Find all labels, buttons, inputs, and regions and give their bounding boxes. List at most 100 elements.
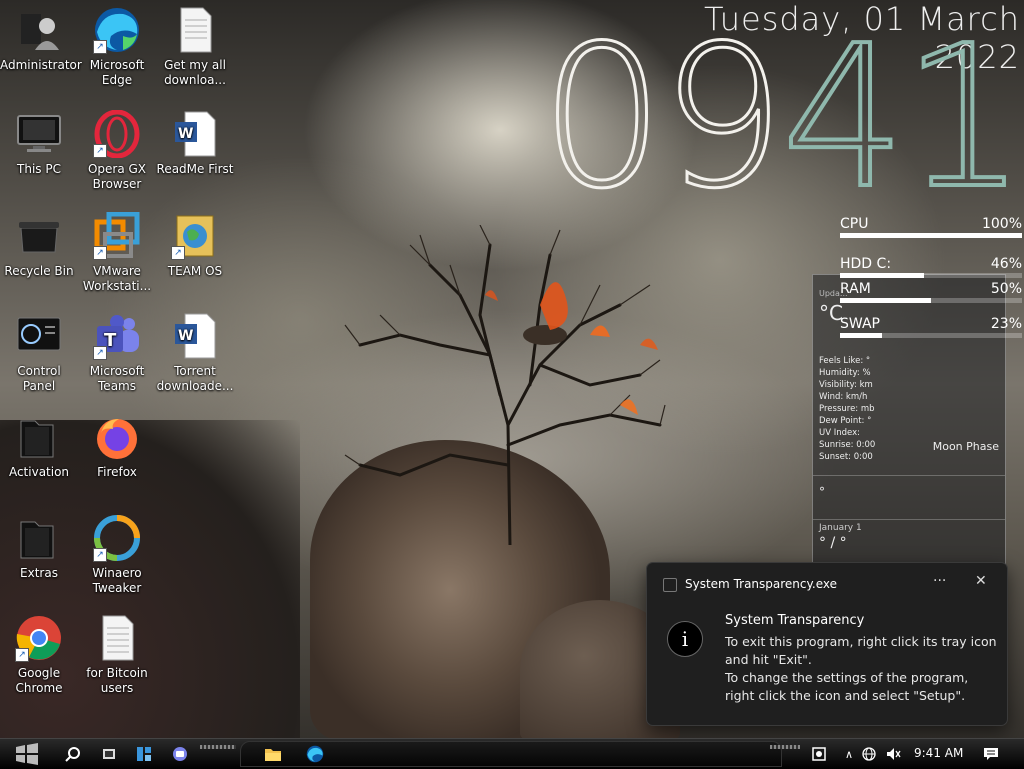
desktop-icon-extras[interactable]: Extras — [0, 514, 78, 581]
desktop-icon-vmware[interactable]: ↗ VMware Workstati... — [78, 211, 156, 294]
cpu-meter: CPU 100% — [840, 216, 1022, 238]
monitor-icon — [15, 110, 63, 158]
notification-icon[interactable] — [980, 743, 1002, 765]
desktop-icon-label: Extras — [20, 566, 58, 580]
desktop-icon-google-chrome[interactable]: ↗ Google Chrome — [0, 614, 78, 696]
control-panel-icon — [15, 312, 63, 360]
weather-divider — [813, 475, 1005, 476]
meter-label: SWAP — [840, 316, 880, 332]
svg-text:W: W — [178, 126, 193, 142]
meter-bar — [840, 273, 1022, 278]
text-file-icon — [171, 6, 219, 54]
volume-muted-icon[interactable] — [882, 743, 904, 765]
taskbar-ridge-right — [770, 745, 800, 749]
desktop-icon-control-panel[interactable]: Control Panel — [0, 312, 78, 394]
notification-toast[interactable]: System Transparency.exe ··· ✕ i System T… — [646, 562, 1008, 726]
meter-value: 46% — [990, 256, 1022, 272]
desktop-icon-label: Google Chrome — [15, 666, 63, 695]
meter-fill — [840, 233, 1022, 238]
desktop-icon-label: Administrator — [0, 58, 82, 72]
wallpaper-tree — [344, 225, 666, 545]
shortcut-arrow-icon: ↗ — [93, 548, 107, 562]
desktop-icon-label: Control Panel — [17, 364, 61, 393]
taskbar-clock[interactable]: 9:41 AM — [914, 746, 963, 760]
word-doc-icon: W — [171, 312, 219, 360]
globe-book-icon: ↗ — [171, 212, 219, 260]
clock-hours: 09 — [538, 4, 786, 232]
word-doc-icon: W — [171, 110, 219, 158]
opera-icon: ↗ — [93, 109, 141, 159]
desktop-icon-torrent-downloader[interactable]: W Torrent downloade... — [156, 312, 234, 394]
chat-icon[interactable] — [169, 743, 191, 765]
desktop-icon-this-pc[interactable]: This PC — [0, 110, 78, 177]
chevron-up-icon[interactable]: ∧ — [838, 743, 860, 765]
close-button[interactable]: ✕ — [975, 573, 987, 589]
taskbar: ∧ 9:41 AM — [0, 738, 1024, 769]
desktop-icon-team-os[interactable]: ↗ TEAM OS — [156, 212, 234, 279]
shortcut-arrow-icon: ↗ — [93, 144, 107, 158]
forecast-date: January 1 — [819, 523, 862, 533]
firefox-icon — [93, 413, 141, 461]
folder-icon — [15, 413, 63, 461]
desktop-icon-label: for Bitcoin users — [86, 666, 148, 695]
toast-line-2: To change the settings of the program, r… — [725, 670, 969, 703]
clock-display: 0941 — [538, 18, 1024, 218]
winaero-icon: ↗ — [93, 514, 141, 562]
meter-value: 23% — [990, 316, 1022, 332]
teams-icon: T ↗ — [93, 312, 141, 360]
meter-bar — [840, 333, 1022, 338]
widgets-icon[interactable] — [133, 743, 155, 765]
swap-meter: SWAP 23% — [840, 316, 1022, 338]
shortcut-arrow-icon: ↗ — [93, 346, 107, 360]
desktop-icon-administrator[interactable]: Administrator — [0, 6, 82, 73]
file-explorer-icon[interactable] — [262, 743, 284, 765]
desktop-icon-label: Firefox — [97, 465, 137, 479]
desktop-icon-microsoft-teams[interactable]: T ↗ Microsoft Teams — [78, 312, 156, 394]
desktop-icon-readme-first[interactable]: W ReadMe First — [156, 110, 234, 177]
weather-pressure: Pressure: mb — [819, 404, 875, 414]
system-transparency-tray-icon[interactable] — [808, 743, 830, 765]
text-file-icon — [93, 614, 141, 662]
desktop-icon-for-bitcoin-users[interactable]: for Bitcoin users — [78, 614, 156, 696]
forecast-hi-lo: ° / ° — [819, 535, 847, 551]
desktop-icon-label: Opera GX Browser — [87, 162, 147, 191]
desktop-icon-label: Winaero Tweaker — [92, 566, 142, 595]
clock-minutes: 41 — [779, 4, 1024, 232]
start-icon[interactable] — [12, 743, 42, 765]
desktop-icon-opera-gx[interactable]: ↗ Opera GX Browser — [78, 109, 156, 192]
toast-app-name: System Transparency.exe — [685, 577, 837, 591]
svg-text:W: W — [178, 328, 193, 344]
weather-dew-point: Dew Point: ° — [819, 416, 872, 426]
vmware-icon: ↗ — [93, 211, 141, 260]
desktop-icon-firefox[interactable]: Firefox — [78, 413, 156, 480]
weather-divider — [813, 519, 1005, 520]
desktop-icon-label: Torrent downloade... — [156, 364, 234, 393]
info-icon: i — [667, 621, 703, 657]
toast-line-1: To exit this program, right click its tr… — [725, 634, 997, 667]
more-options-button[interactable]: ··· — [933, 573, 946, 589]
chrome-icon: ↗ — [15, 614, 63, 662]
meter-fill — [840, 333, 882, 338]
weather-degree: ° — [819, 485, 825, 499]
edge-taskbar-icon[interactable] — [304, 743, 326, 765]
search-icon[interactable] — [62, 743, 84, 765]
desktop-icon-label: TEAM OS — [167, 264, 223, 278]
meter-label: CPU — [840, 216, 869, 232]
weather-humidity: Humidity: % — [819, 368, 871, 378]
ram-meter: RAM 50% — [840, 281, 1022, 303]
desktop-icon-label: This PC — [17, 162, 61, 176]
meter-value: 100% — [981, 216, 1022, 232]
edge-icon: ↗ — [93, 6, 141, 54]
meter-fill — [840, 298, 931, 303]
shortcut-arrow-icon: ↗ — [15, 648, 29, 662]
desktop-icon-activation[interactable]: Activation — [0, 413, 78, 480]
meter-label: RAM — [840, 281, 871, 297]
desktop-icon-winaero-tweaker[interactable]: ↗ Winaero Tweaker — [78, 514, 156, 596]
weather-feels-like: Feels Like: ° — [819, 356, 871, 366]
task-view-icon[interactable] — [98, 743, 120, 765]
desktop-icon-recycle-bin[interactable]: Recycle Bin — [0, 212, 78, 279]
desktop-icon-get-my-all-downloads[interactable]: Get my all downloa... — [156, 6, 234, 88]
shortcut-arrow-icon: ↗ — [93, 40, 107, 54]
desktop-icon-microsoft-edge[interactable]: ↗ Microsoft Edge — [78, 6, 156, 88]
network-icon[interactable] — [858, 743, 880, 765]
